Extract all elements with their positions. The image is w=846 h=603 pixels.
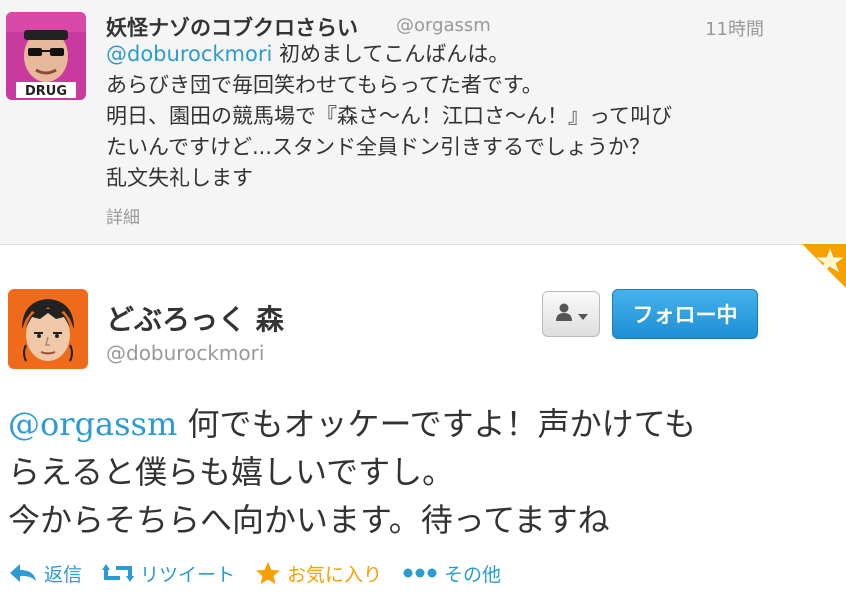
more-action[interactable]: その他 (402, 560, 501, 587)
tweet-actions: 返信 リツイート お気に入り その他 (8, 558, 521, 588)
tweet-mention-link[interactable]: @orgassm (8, 405, 177, 443)
tweet-line-1: 何でもオッケーですよ！声かけても (177, 405, 696, 443)
avatar-logo-text: DRUG (25, 84, 67, 99)
reply-author-handle[interactable]: @orgassm (396, 15, 491, 36)
tweet-line-3: 今からそちらへ向かいます。待ってますね (8, 501, 610, 539)
reply-line-5: 乱文失礼します (106, 166, 253, 190)
author-name[interactable]: どぶろっく 森 (106, 298, 284, 338)
retweet-action[interactable]: リツイート (102, 560, 235, 587)
favorite-action[interactable]: お気に入り (255, 560, 382, 587)
reply-mention-link[interactable]: @doburockmori (106, 42, 272, 66)
reply-label: 返信 (44, 563, 83, 586)
following-button[interactable]: フォロー中 (612, 289, 758, 339)
reply-line-4: たいんですけど...スタンド全員ドン引きするでしょうか？ (106, 135, 650, 159)
user-actions-button[interactable] (542, 291, 600, 337)
favorited-corner-star-icon (802, 244, 846, 288)
reply-line-1: 初めましてこんばんは。 (272, 42, 510, 66)
star-icon (255, 561, 281, 585)
reply-action[interactable]: 返信 (8, 560, 82, 587)
retweet-icon (102, 562, 135, 584)
tweet-text: @orgassm 何でもオッケーですよ！声かけても らえると僕らも嬉しいですし。… (8, 400, 808, 544)
details-link[interactable]: 詳細 (106, 203, 140, 228)
author-handle[interactable]: @doburockmori (106, 341, 264, 365)
reply-arrow-icon (8, 562, 38, 584)
person-icon (554, 302, 574, 326)
caret-down-icon (578, 305, 588, 324)
ellipsis-icon (402, 567, 438, 579)
reply-line-3: 明日、園田の競馬場で『森さ〜ん！江口さ〜ん！』って叫び (106, 104, 672, 128)
author-avatar[interactable] (8, 289, 88, 369)
reply-text: @doburockmori 初めましてこんばんは。 あらびき団で毎回笑わせてもら… (106, 39, 786, 194)
reply-avatar[interactable]: DRUG (6, 12, 86, 100)
reply-line-2: あらびき団で毎回笑わせてもらってた者です。 (106, 73, 543, 97)
tweet-line-2: らえると僕らも嬉しいですし。 (8, 453, 455, 491)
retweet-label: リツイート (140, 563, 236, 586)
reply-timestamp[interactable]: 11時間 (705, 15, 764, 41)
in-reply-to-tweet: DRUG 妖怪ナゾのコブクロさらい @orgassm 11時間 @doburoc… (0, 0, 846, 245)
favorite-label: お気に入り (287, 563, 383, 586)
more-label: その他 (444, 563, 502, 586)
reply-author-name[interactable]: 妖怪ナゾのコブクロさらい (106, 12, 358, 42)
